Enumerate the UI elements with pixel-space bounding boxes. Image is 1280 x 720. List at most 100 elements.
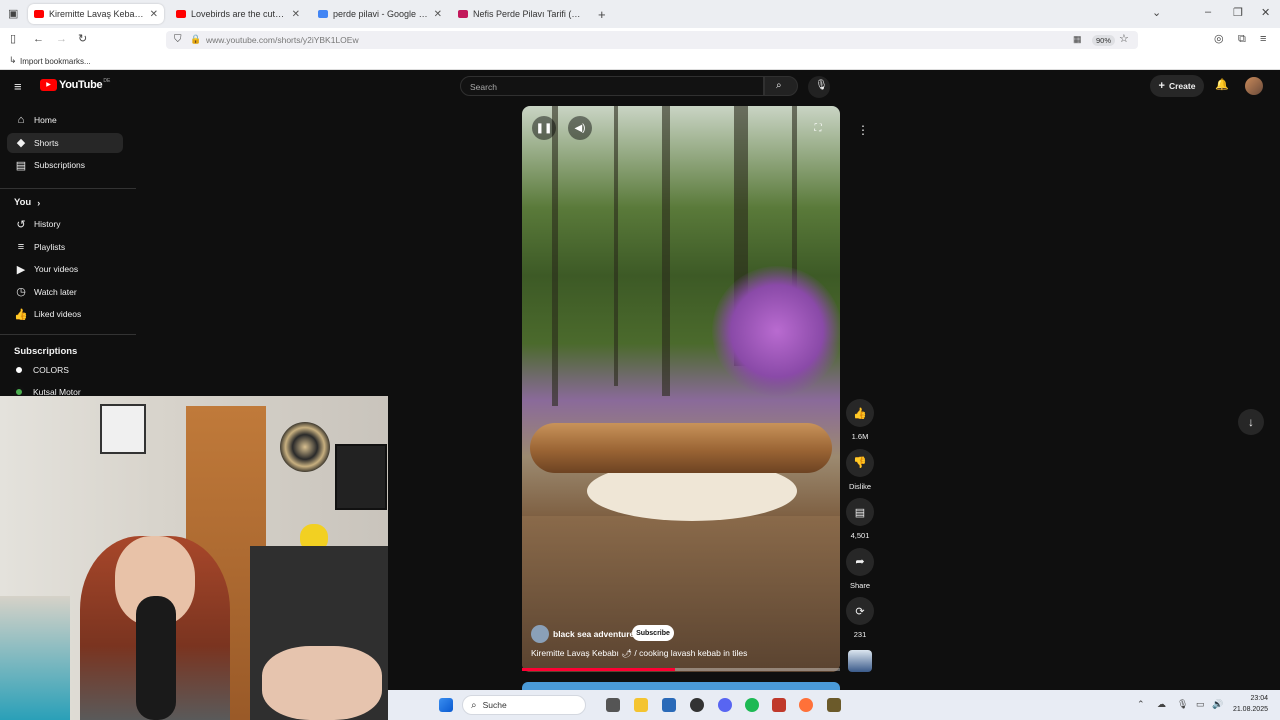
sidebar-item-label: Liked videos (34, 309, 82, 320)
browser-tab[interactable]: Lovebirds are the cutest birds ✕ (170, 4, 306, 24)
action-label: 231 (853, 630, 867, 640)
volume-icon[interactable]: ◀) (568, 116, 592, 140)
rolling-pin (530, 423, 832, 473)
chevron-right-icon: › (37, 197, 41, 208)
channel-name[interactable]: black sea adventurer (553, 629, 638, 639)
display-icon[interactable]: ▭ (1196, 700, 1205, 709)
subscription-item[interactable]: COLORS (7, 360, 123, 380)
sidebar-item-playlists[interactable]: ≡ Playlists (7, 237, 123, 257)
remix-button[interactable]: ⟳ 231 (846, 597, 874, 639)
sidebar-item-watch-later[interactable]: ◷ Watch later (7, 282, 123, 302)
browser-tab[interactable]: Kiremitte Lavaş Kebabı 🌶 ✕ (28, 4, 164, 24)
bookmark-star-icon[interactable]: ☆ (1119, 34, 1129, 45)
short-video-player[interactable]: ❚❚ ◀) ⛶ (522, 106, 840, 672)
tab-close-icon[interactable]: ✕ (150, 9, 158, 20)
wall-picture (335, 444, 387, 510)
short-title[interactable]: Kiremitte Lavaş Kebabı 🌶 / cooking lavas… (531, 648, 747, 659)
extensions-icon[interactable]: ⧉ (1238, 34, 1246, 45)
tab-list-icon[interactable]: ▣ (8, 9, 18, 20)
sidebar-item-home[interactable]: ⌂ Home (7, 110, 123, 130)
next-short-button[interactable]: ↓ (1238, 409, 1264, 435)
clock-time[interactable]: 23:04 (1236, 695, 1268, 702)
back-icon[interactable]: ← (33, 34, 44, 45)
zoom-level[interactable]: 90% (1092, 35, 1116, 46)
address-bar[interactable]: ⛉ 🔒 www.youtube.com/shorts/y2iYBK1LOEw ▦… (166, 31, 1138, 49)
like-icon: 👍 (846, 399, 874, 427)
sidebar-item-shorts[interactable]: ◆ Shorts (7, 132, 123, 153)
tab-close-icon[interactable]: ✕ (292, 9, 300, 20)
minimize-icon[interactable]: – (1205, 7, 1211, 18)
remix-icon: ⟳ (846, 597, 874, 626)
voice-search-button[interactable]: 🎙 (808, 76, 830, 98)
tab-title: Kiremitte Lavaş Kebabı 🌶 (49, 8, 144, 19)
hamburger-menu-icon[interactable]: ≡ (14, 80, 22, 93)
you-section-header[interactable]: You › (14, 197, 40, 208)
comments-button[interactable]: ▤ 4,501 (846, 498, 874, 540)
search-input[interactable]: Search (460, 76, 764, 96)
firefox-icon[interactable] (799, 698, 813, 712)
sidebar-item-your-videos[interactable]: ▶ Your videos (7, 259, 123, 279)
close-window-icon[interactable]: ✕ (1261, 8, 1270, 19)
share-button[interactable]: ➦ Share (846, 547, 874, 590)
subscribe-button[interactable]: Subscribe (632, 625, 674, 641)
app-icon[interactable] (690, 698, 704, 712)
dislike-button[interactable]: 👎 Dislike (846, 448, 874, 491)
create-button[interactable]: + Create (1150, 75, 1204, 97)
spotify-icon[interactable] (745, 698, 759, 712)
sidebar-item-history[interactable]: ↺ History (7, 214, 123, 234)
tab-favicon-icon (318, 10, 328, 18)
sidebar-divider (0, 334, 136, 335)
windows-start-icon[interactable] (439, 698, 453, 712)
url-text[interactable]: www.youtube.com/shorts/y2iYBK1LOEw (206, 35, 359, 45)
browser-tab[interactable]: perde pilavi - Google Search ✕ (312, 4, 448, 24)
notifications-bell-icon[interactable]: 🔔 (1215, 80, 1229, 91)
import-bookmarks-link[interactable]: Import bookmarks... (20, 57, 91, 66)
action-label: Share (849, 580, 870, 590)
sidebar-item-subscriptions[interactable]: ▤ Subscriptions (7, 155, 123, 175)
channel-avatar[interactable] (531, 625, 549, 643)
like-button[interactable]: 👍 1.6M (846, 399, 874, 441)
file-explorer-icon[interactable] (634, 698, 648, 712)
video-progress-bar[interactable] (522, 668, 840, 671)
store-icon[interactable] (662, 698, 676, 712)
sound-thumbnail[interactable] (848, 650, 872, 672)
avatar[interactable] (1245, 77, 1263, 95)
network-icon[interactable]: ☁ (1157, 700, 1166, 709)
tree-trunk (552, 106, 558, 406)
taskbar-search[interactable]: ⌕ Suche (462, 695, 586, 715)
pause-icon[interactable]: ❚❚ (532, 116, 556, 140)
menu-icon[interactable]: ≡ (1260, 34, 1266, 45)
tab-close-icon[interactable]: ✕ (434, 9, 442, 20)
shield-icon[interactable]: ⛉ (174, 35, 182, 45)
fullscreen-icon[interactable]: ⛶ (806, 116, 830, 140)
sidebar-item-liked-videos[interactable]: 👍 Liked videos (7, 304, 123, 324)
tray-chevron-icon[interactable]: ⌃ (1137, 700, 1145, 709)
forward-icon[interactable]: → (56, 34, 67, 45)
app-icon[interactable] (827, 698, 841, 712)
sidebar-item-label: Playlists (34, 241, 66, 252)
subscriptions-header: Subscriptions (14, 346, 78, 357)
new-tab-icon[interactable]: + (598, 8, 606, 21)
tab-overflow-icon[interactable]: ⌄ (1152, 8, 1161, 19)
action-label: 4,501 (850, 531, 870, 541)
tab-favicon-icon (34, 10, 44, 18)
reader-view-icon[interactable]: ▦ (1073, 35, 1082, 44)
search-placeholder: Search (470, 82, 497, 92)
browser-tab[interactable]: Nefis Perde Pilavı Tarifi (Resimli (452, 4, 588, 24)
you-header-label: You (14, 197, 32, 208)
taskbar-search-label: Suche (482, 700, 507, 710)
sidebar-toggle-icon[interactable]: ▯ (10, 34, 16, 45)
youtube-logo[interactable]: ▶ YouTube DE (40, 78, 110, 91)
search-button[interactable]: ⌕ (764, 76, 798, 96)
discord-icon[interactable] (718, 698, 732, 712)
mic-tray-icon[interactable]: 🎙 (1177, 700, 1188, 709)
subscription-label: COLORS (33, 365, 69, 375)
clock-date[interactable]: 21.08.2025 (1220, 706, 1268, 713)
reload-icon[interactable]: ↻ (78, 34, 87, 45)
playlists-icon: ≡ (17, 240, 25, 253)
maximize-icon[interactable]: ❐ (1233, 8, 1243, 19)
more-options-icon[interactable]: ⋮ (857, 124, 869, 136)
task-view-icon[interactable] (606, 698, 620, 712)
account-icon[interactable]: ◎ (1214, 34, 1224, 45)
app-icon[interactable] (772, 698, 786, 712)
